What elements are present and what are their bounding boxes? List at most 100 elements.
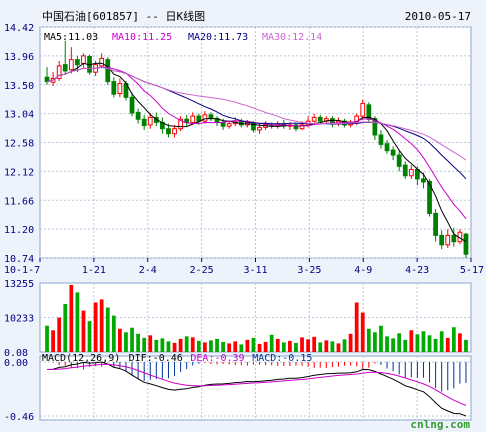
volume-bar — [105, 307, 110, 352]
volume-bar — [196, 340, 201, 352]
price-y-tick: 13.04 — [4, 110, 34, 121]
candle-body — [208, 114, 214, 120]
volume-bar — [421, 331, 426, 352]
volume-y-tick: 10233 — [4, 314, 34, 325]
candle-body — [451, 234, 457, 243]
volume-bar — [51, 330, 55, 352]
volume-bar — [324, 340, 329, 352]
x-tick-label: 4-23 — [405, 265, 429, 276]
volume-bar — [81, 310, 86, 352]
volume-bar — [288, 340, 292, 352]
candle-body — [360, 103, 366, 117]
volume-bar — [99, 299, 104, 352]
price-y-tick-labels: 14.42 13.96 13.50 13.04 12.58 12.12 11.66 11.20… — [4, 23, 34, 265]
price-y-tick: 13.96 — [4, 52, 34, 63]
price-y-tick: 11.66 — [4, 196, 34, 207]
chart-title: 中国石油[601857] -- 日K线图 — [42, 9, 205, 23]
watermark: cnlng.com — [410, 418, 470, 431]
kline-chart-widget: 中国石油[601857] -- 日K线图 2010-05-17 14.42 13.… — [0, 0, 486, 432]
macd-y-tick: 0.00 — [4, 358, 28, 369]
volume-bar — [409, 330, 414, 352]
volume-bar — [269, 334, 274, 352]
ma-legend-ma30: MA30:12.14 — [262, 32, 322, 43]
volume-bar — [294, 342, 298, 352]
volume-bar — [190, 337, 195, 352]
candle-body — [68, 59, 74, 71]
volume-bar — [312, 336, 317, 352]
volume-bar — [433, 338, 438, 352]
volume-bar — [172, 342, 177, 352]
volume-bar — [342, 339, 347, 352]
candle-body — [105, 59, 111, 83]
candle-body — [111, 81, 117, 95]
candle-body — [433, 212, 438, 236]
volume-bar — [251, 337, 256, 352]
candle-body — [75, 59, 80, 66]
macd-legend-macd-params: MACD(12,26,9) — [42, 353, 120, 364]
candle-body — [408, 168, 414, 177]
x-tick-label: 3-25 — [297, 265, 321, 276]
candle-body — [445, 234, 451, 246]
volume-bar — [445, 337, 450, 352]
candle-body — [226, 123, 232, 127]
volume-bar — [227, 343, 232, 352]
candle-body — [135, 111, 141, 120]
volume-bar — [75, 292, 80, 352]
price-y-tick: 13.50 — [4, 81, 34, 92]
candle-body — [402, 164, 408, 177]
candle-body — [141, 118, 147, 127]
volume-bar — [221, 341, 225, 352]
x-tick-label: 4-9 — [354, 265, 372, 276]
ma-legend-ma5: MA5:11.03 — [44, 32, 98, 43]
candle-body — [166, 128, 171, 135]
volume-bar — [391, 338, 395, 352]
x-tick-label: 5-17 — [460, 265, 484, 276]
volume-bar — [154, 339, 159, 352]
x-tick-label: 1-21 — [82, 265, 106, 276]
kline-chart-svg: 中国石油[601857] -- 日K线图 2010-05-17 14.42 13.… — [4, 9, 484, 431]
volume-y-tick-labels: 13255102330.08 — [4, 279, 34, 359]
ma-legend-ma10: MA10:11.25 — [112, 32, 172, 43]
volume-bar — [427, 335, 432, 352]
candle-body — [81, 55, 86, 64]
ma-legend-ma20: MA20:11.73 — [188, 32, 248, 43]
price-y-tick: 10.74 — [4, 254, 34, 265]
volume-bar — [118, 328, 122, 352]
volume-bar — [136, 333, 140, 352]
volume-bar — [373, 332, 377, 352]
price-y-tick: 12.58 — [4, 139, 34, 150]
candle-body — [147, 116, 153, 126]
macd-legend-macd: MACD:-0.15 — [252, 353, 312, 364]
x-tick-labels: 10-1-7 1-21 2-4 2-25 3-11 3-25 4-9 4-23 5-17 — [4, 258, 484, 276]
candle-body — [378, 134, 384, 145]
volume-bar — [439, 331, 444, 352]
volume-bar — [415, 334, 420, 352]
candle-body — [463, 233, 469, 255]
volume-bar — [330, 341, 335, 352]
volume-bar — [464, 339, 468, 352]
volume-bar — [348, 333, 353, 352]
candle-body — [117, 82, 123, 95]
volume-bar — [257, 343, 262, 352]
volume-bar — [178, 338, 183, 352]
volume-bar — [336, 343, 341, 352]
candle-body — [311, 116, 317, 122]
volume-bar — [239, 344, 244, 352]
x-tick-label: 3-11 — [243, 265, 267, 276]
candle-body — [317, 116, 323, 122]
volume-bar — [233, 341, 238, 352]
x-tick-label: 2-4 — [139, 265, 157, 276]
candle-body — [129, 96, 135, 114]
volume-bar — [93, 302, 98, 352]
volume-bar — [451, 327, 456, 352]
price-y-tick: 14.42 — [4, 23, 34, 34]
volume-bar — [275, 338, 280, 352]
volume-bar — [111, 315, 116, 352]
volume-bar — [366, 328, 371, 352]
volume-bar — [148, 335, 153, 352]
candle-body — [257, 126, 262, 131]
volume-bar — [166, 341, 171, 352]
volume-bar — [124, 332, 128, 352]
candle-body — [220, 121, 226, 127]
chart-date: 2010-05-17 — [405, 10, 471, 23]
